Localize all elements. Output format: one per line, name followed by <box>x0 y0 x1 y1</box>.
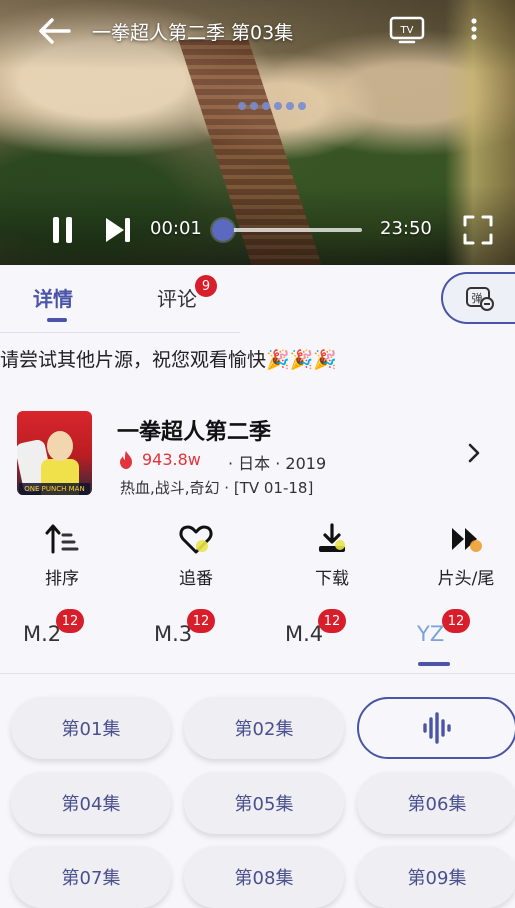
sources-divider <box>0 673 515 674</box>
video-title: 一拳超人第二季 第03集 <box>92 22 294 44</box>
fullscreen-icon <box>463 215 493 245</box>
anime-title: 一拳超人第二季 <box>117 420 272 445</box>
download-icon <box>319 523 345 552</box>
danmaku-label: 弹 <box>472 291 483 305</box>
more-button[interactable] <box>466 14 482 44</box>
loading-dot <box>250 102 258 110</box>
episode-button-02[interactable]: 第02集 <box>184 697 344 759</box>
sort-label: 排序 <box>45 569 79 589</box>
loading-dot <box>274 102 282 110</box>
skip-next-icon <box>106 218 130 242</box>
source-tab-m3[interactable]: M.3 <box>154 622 192 646</box>
more-vertical-icon <box>471 18 477 40</box>
chevron-right-icon <box>468 443 480 463</box>
tv-icon: TV <box>389 16 425 44</box>
episode-button-04[interactable]: 第04集 <box>11 772 171 834</box>
danmaku-button[interactable]: 弹 <box>441 272 515 324</box>
skip-icon <box>452 528 482 552</box>
episode-button-06[interactable]: 第06集 <box>357 772 515 834</box>
anime-detail-button[interactable] <box>466 442 482 464</box>
source-badge: 12 <box>187 609 215 633</box>
tabs-divider <box>0 332 240 333</box>
episode-button-05[interactable]: 第05集 <box>184 772 344 834</box>
video-player[interactable]: 一拳超人第二季 第03集 TV 00:01 23:50 <box>0 0 515 265</box>
fullscreen-button[interactable] <box>462 214 494 246</box>
svg-text:TV: TV <box>400 25 414 36</box>
comments-count-badge: 9 <box>195 275 217 297</box>
download-label: 下载 <box>315 569 349 589</box>
loading-dot <box>238 102 246 110</box>
sort-button[interactable]: 排序 <box>22 522 102 589</box>
source-active-indicator <box>418 662 450 666</box>
source-badge: 12 <box>318 609 346 633</box>
sort-icon <box>45 524 79 554</box>
episode-button-current[interactable] <box>357 697 515 759</box>
pause-icon <box>53 217 72 243</box>
loading-indicator <box>238 102 306 110</box>
next-episode-button[interactable] <box>103 214 133 246</box>
audio-wave-icon <box>423 712 451 744</box>
notice-marquee: 请尝试其他片源，祝您观看愉快🎉🎉🎉 <box>0 349 337 371</box>
genres-episodes: 热血,战斗,奇幻 · [TV 01-18] <box>120 479 314 497</box>
source-tab-m4[interactable]: M.4 <box>285 622 323 646</box>
danmaku-icon: 弹 <box>466 287 494 311</box>
poster-art-face <box>47 431 73 461</box>
heart-icon <box>179 525 213 554</box>
episode-button-09[interactable]: 第09集 <box>357 846 515 908</box>
seek-handle[interactable] <box>212 219 234 241</box>
follow-label: 追番 <box>179 569 213 589</box>
source-badge: 12 <box>56 609 84 633</box>
tab-bar: 详情 评论 <box>0 265 515 333</box>
poster-logo: ONE PUNCH MAN <box>19 483 90 495</box>
tab-detail[interactable]: 详情 <box>33 283 73 312</box>
loading-dot <box>298 102 306 110</box>
back-button[interactable] <box>34 14 74 48</box>
total-time: 23:50 <box>380 218 432 239</box>
loading-dot <box>262 102 270 110</box>
arrow-left-icon <box>39 18 71 44</box>
skip-intro-outro-button[interactable]: 片头/尾 <box>426 522 506 589</box>
source-tab-yz[interactable]: YZ <box>417 622 444 646</box>
fire-icon <box>120 451 132 469</box>
video-bottom-shade <box>0 185 515 265</box>
skip-label: 片头/尾 <box>437 569 495 589</box>
pause-button[interactable] <box>50 214 76 246</box>
episode-button-01[interactable]: 第01集 <box>11 697 171 759</box>
loading-dot <box>286 102 294 110</box>
seek-bar[interactable] <box>222 228 362 232</box>
app-root: 一拳超人第二季 第03集 TV 00:01 23:50 详情 评论 9 弹 请尝… <box>0 0 515 908</box>
anime-poster[interactable]: ONE PUNCH MAN <box>17 411 92 495</box>
region-year: · 日本 · 2019 <box>228 454 327 473</box>
view-count: 943.8w <box>142 450 201 469</box>
cast-tv-button[interactable]: TV <box>388 14 426 44</box>
episode-button-08[interactable]: 第08集 <box>184 846 344 908</box>
source-badge: 12 <box>442 609 470 633</box>
current-time: 00:01 <box>150 218 202 239</box>
episode-button-07[interactable]: 第07集 <box>11 846 171 908</box>
follow-button[interactable]: 追番 <box>156 522 236 589</box>
source-tab-m2[interactable]: M.2 <box>23 622 61 646</box>
download-button[interactable]: 下载 <box>292 522 372 589</box>
tab-active-indicator <box>47 318 67 322</box>
tab-comments[interactable]: 评论 <box>157 283 197 312</box>
